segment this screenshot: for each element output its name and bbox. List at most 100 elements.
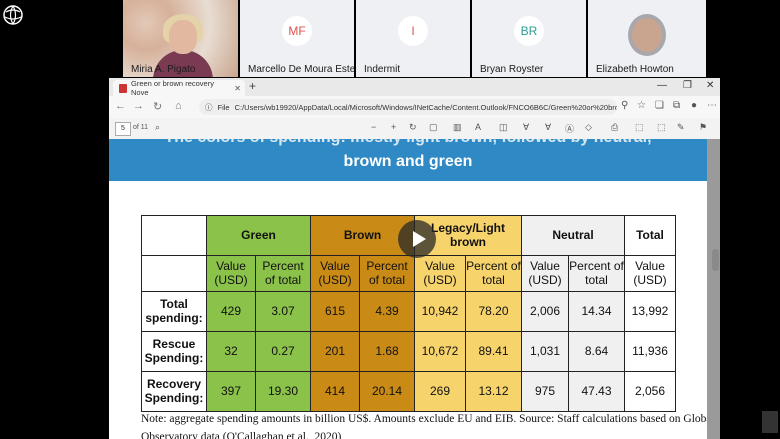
participant-tile[interactable]: I Indermit	[356, 0, 470, 77]
highlight-icon[interactable]: ∀	[545, 122, 551, 133]
cell: 14.34	[568, 291, 625, 332]
close-window-icon[interactable]: ✕	[706, 80, 714, 91]
participant-name: Marcello De Moura Este	[248, 64, 354, 75]
subheader-percent: Percent of total	[255, 255, 311, 292]
participant-tile[interactable]: Elizabeth Howton	[588, 0, 706, 77]
draw-icon[interactable]: ∀	[523, 122, 529, 133]
subheader-value: Value (USD)	[206, 255, 256, 292]
page-total: of 11	[133, 124, 149, 131]
fit-page-icon[interactable]: ▢	[429, 122, 438, 133]
minimize-icon[interactable]: —	[657, 80, 667, 91]
cell: 975	[521, 371, 569, 412]
subheader-value: Value (USD)	[521, 255, 569, 292]
pdf-icon	[119, 83, 127, 93]
cell: 3.07	[255, 291, 311, 332]
slide-title-line1: The colors of spending: mostly light bro…	[109, 139, 707, 147]
slide-banner: The colors of spending: mostly light bro…	[109, 139, 707, 181]
row-label: Total spending:	[141, 291, 207, 332]
cell: 13.12	[465, 371, 522, 412]
close-icon[interactable]: ✕	[234, 84, 241, 93]
avatar	[628, 14, 666, 56]
cell: 615	[310, 291, 360, 332]
restore-icon[interactable]: ❐	[683, 80, 692, 91]
collections-icon[interactable]: ❏	[655, 100, 664, 111]
favorite-icon[interactable]: ☆	[637, 100, 646, 111]
panel-toggle-button[interactable]	[762, 411, 778, 433]
pdf-page: The colors of spending: mostly light bro…	[109, 139, 707, 439]
subheader-value: Value (USD)	[414, 255, 466, 292]
save-as-icon[interactable]: ⬚	[657, 122, 666, 133]
notes-icon[interactable]: ✎	[677, 122, 685, 133]
table-row: Rescue Spending: 32 0.27 201 1.68 10,672…	[141, 331, 676, 372]
page-view-icon[interactable]: ▥	[453, 122, 462, 133]
cell: 8.64	[568, 331, 625, 372]
row-label: Recovery Spending:	[141, 371, 207, 412]
header-total: Total	[624, 215, 676, 256]
corner-cell	[141, 215, 207, 256]
cell: 11,936	[624, 331, 676, 372]
right-edge	[720, 78, 780, 439]
back-icon[interactable]: ←	[115, 100, 126, 112]
cell: 78.20	[465, 291, 522, 332]
rotate-icon[interactable]: ↻	[409, 122, 417, 133]
avatar: MF	[282, 16, 312, 46]
info-icon: ⓘ	[205, 102, 213, 112]
pdf-viewer[interactable]: The colors of spending: mostly light bro…	[109, 139, 720, 439]
header-neutral: Neutral	[521, 215, 625, 256]
participant-tile[interactable]: MF Marcello De Moura Este	[240, 0, 354, 77]
browser-window: Green or brown recovery Nove ✕ + — ❐ ✕ ←…	[109, 78, 720, 439]
cell: 2,056	[624, 371, 676, 412]
participant-name: Miria A. Pigato	[131, 64, 196, 75]
page-number-input[interactable]: 5	[115, 122, 131, 136]
cell: 414	[310, 371, 360, 412]
cell: 4.39	[359, 291, 415, 332]
address-bar[interactable]: ⓘ File C:/Users/wb19920/AppData/Local/Mi…	[199, 99, 617, 115]
refresh-icon[interactable]: ↻	[153, 100, 162, 113]
new-tab-button[interactable]: +	[249, 79, 256, 93]
cell: 1.68	[359, 331, 415, 372]
search-icon[interactable]: ⌕	[155, 122, 160, 133]
home-icon[interactable]: ⌂	[175, 100, 182, 112]
save-icon[interactable]: ⬚	[635, 122, 644, 133]
cell: 13,992	[624, 291, 676, 332]
eraser-icon[interactable]: ◇	[585, 122, 592, 133]
extensions-icon[interactable]: ⧉	[673, 100, 680, 111]
read-aloud-icon[interactable]: A	[475, 122, 481, 132]
participant-tile[interactable]: BR Bryan Royster	[472, 0, 586, 77]
avatar: I	[398, 16, 428, 46]
profile-icon[interactable]: ●	[691, 100, 697, 111]
header-green: Green	[206, 215, 311, 256]
scrollbar[interactable]	[712, 249, 719, 271]
table-row: Total spending: 429 3.07 615 4.39 10,942…	[141, 291, 676, 332]
cell: 10,942	[414, 291, 466, 332]
participant-tile-speaker[interactable]: Miria A. Pigato	[123, 0, 238, 77]
subheader-percent: Percent of total	[465, 255, 522, 292]
cell: 19.30	[255, 371, 311, 412]
table-note: Note: aggregate spending amounts in bill…	[141, 413, 707, 425]
cell: 10,672	[414, 331, 466, 372]
immersive-icon[interactable]: ◫	[499, 122, 508, 133]
slide-title-line2: brown and green	[343, 153, 473, 170]
browser-tab[interactable]: Green or brown recovery Nove ✕	[113, 79, 245, 97]
pdf-toolbar: 5 of 11 ⌕ − + ↻ ▢ ▥ A ◫ ∀ ∀ Ⓐ ◇ ⎙ ⬚ ⬚ ✎ …	[109, 118, 720, 140]
world-bank-logo-icon	[3, 5, 23, 25]
row-label: Rescue Spending:	[141, 331, 207, 372]
speaker-video	[169, 20, 197, 54]
cell: 429	[206, 291, 256, 332]
participant-name: Elizabeth Howton	[596, 64, 674, 75]
cell: 201	[310, 331, 360, 372]
subheader-percent: Percent of total	[359, 255, 415, 292]
zoom-out-icon[interactable]: −	[371, 122, 376, 132]
text-icon[interactable]: Ⓐ	[565, 122, 574, 135]
cell: 2,006	[521, 291, 569, 332]
print-icon[interactable]: ⎙	[611, 122, 618, 133]
pin-icon[interactable]: ⚑	[699, 122, 707, 133]
zoom-in-icon[interactable]: +	[391, 122, 396, 132]
cell: 269	[414, 371, 466, 412]
zoom-icon[interactable]: ⚲	[621, 100, 628, 111]
cell: 0.27	[255, 331, 311, 372]
tab-title: Green or brown recovery Nove	[131, 79, 214, 97]
play-button[interactable]	[398, 220, 436, 258]
forward-icon[interactable]: →	[133, 100, 144, 112]
more-icon[interactable]: ⋯	[707, 100, 717, 111]
